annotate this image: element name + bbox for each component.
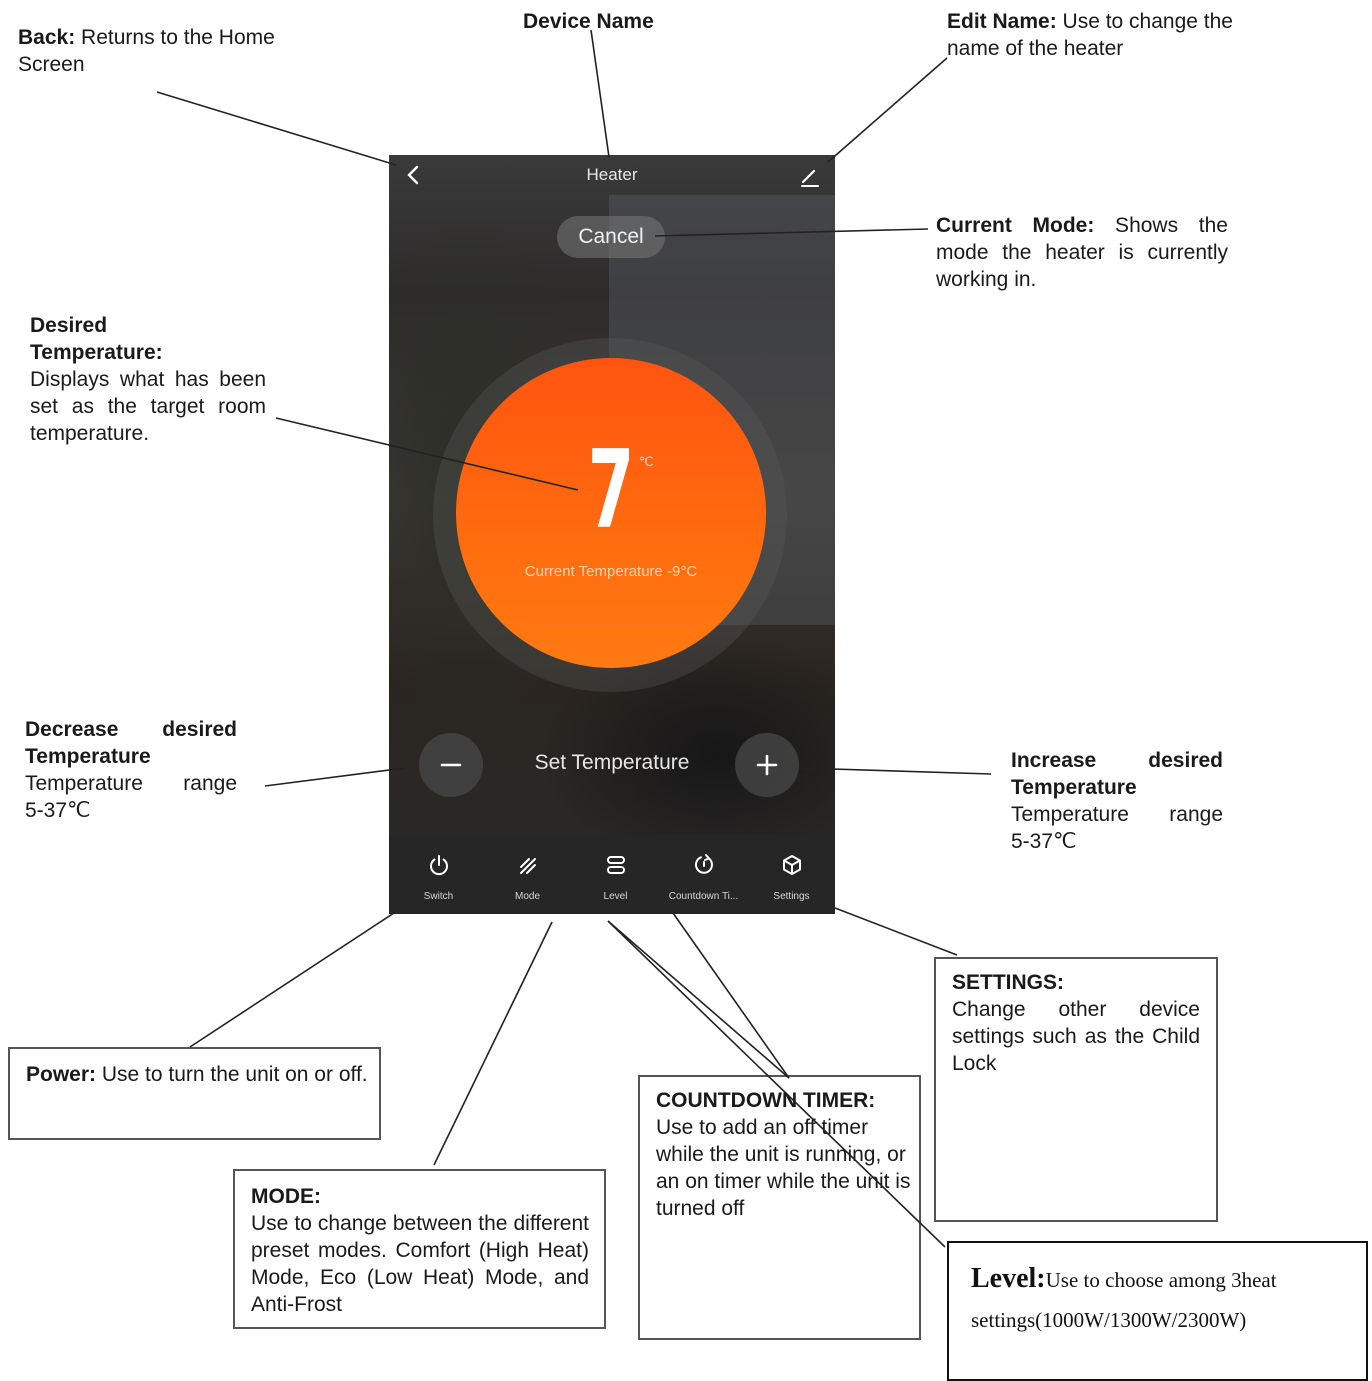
tab-mode[interactable]: Mode [483,835,572,914]
decrease-annotation: Decrease desired Temperature Temperature… [25,716,237,824]
countdown-annotation-text: Use to add an off timer while the unit i… [656,1116,911,1220]
tab-countdown-timer[interactable]: Countdown Ti... [659,835,748,914]
back-chevron-icon[interactable] [399,161,427,189]
leader-power [189,910,398,1048]
decrease-annotation-text: Temperature range [25,772,237,795]
edit-name-annotation: Edit Name: Use to change the name of the… [947,8,1247,62]
countdown-annotation-box: COUNTDOWN TIMER: Use to add an off timer… [638,1075,921,1340]
leader-device-name [590,29,610,158]
temperature-unit: ℃ [639,454,654,469]
increase-annotation-range: 5-37℃ [1011,830,1077,853]
tab-switch[interactable]: Switch [394,835,483,914]
settings-annotation-box: SETTINGS: Change other device settings s… [934,957,1218,1222]
desired-temperature-annotation-title: Desired Temperature: [30,314,163,364]
tab-mode-label: Mode [514,891,540,902]
leader-mode [433,921,553,1166]
edit-pencil-icon[interactable] [795,161,823,189]
tab-switch-label: Switch [423,891,454,902]
temperature-dial: 7 ℃ Current Temperature -9°C [456,358,766,668]
level-annotation-title: Level: [971,1263,1046,1294]
current-mode-annotation: Current Mode: Shows the mode the heater … [936,212,1228,293]
mode-annotation-text: Use to change between the different pres… [251,1212,589,1316]
power-annotation-box: Power: Use to turn the unit on or off. [8,1047,381,1140]
desired-temperature-annotation-text: Displays what has been set as the target… [30,368,266,445]
plus-icon [756,754,778,776]
leader-countdown-b [607,920,790,1079]
leader-countdown-a [672,912,790,1079]
level-annotation: Level:Use to choose among 3heat settings… [971,1259,1351,1340]
back-annotation-title: Back: [18,26,76,49]
power-icon [430,855,448,876]
edit-name-annotation-title: Edit Name: [947,10,1057,33]
mode-annotation-box: MODE: Use to change between the differen… [233,1169,606,1329]
tab-settings[interactable]: Settings [747,835,835,914]
leader-settings [834,907,958,956]
tab-level-label: Level [603,891,628,902]
settings-annotation-title: SETTINGS: [952,971,1065,994]
tab-countdown-label: Countdown Ti... [668,891,739,902]
settings-annotation: SETTINGS: Change other device settings s… [952,969,1200,1077]
device-name-annotation: Device Name [523,8,654,35]
target-temperature-value: 7 [587,428,635,553]
device-name-annotation-title: Device Name [523,10,654,33]
countdown-annotation: COUNTDOWN TIMER: Use to add an off timer… [656,1087,911,1222]
tab-settings-label: Settings [773,891,810,902]
increase-temperature-button[interactable] [735,733,799,797]
decrease-annotation-range: 5-37℃ [25,799,91,822]
level-annotation-box: Level:Use to choose among 3heat settings… [947,1241,1368,1381]
device-title: Heater [586,165,638,184]
power-annotation-title: Power: [26,1063,97,1086]
power-annotation-text: Use to turn the unit on or off. [96,1063,368,1086]
power-annotation: Power: Use to turn the unit on or off. [26,1061,371,1088]
increase-annotation-text: Temperature range [1011,803,1223,826]
increase-annotation-title: Increase desired Temperature [1011,749,1223,799]
leader-back [156,91,397,166]
settings-annotation-text: Change other device settings such as the… [952,998,1200,1075]
countdown-annotation-title: COUNTDOWN TIMER: [656,1089,876,1112]
current-mode-annotation-title: Current Mode: [936,214,1095,237]
mode-annotation: MODE: Use to change between the differen… [251,1183,589,1318]
mode-slashes-icon [520,858,536,874]
desired-temperature-annotation: Desired Temperature: Displays what has b… [30,312,266,447]
bottom-tab-bar: Switch Mode Level Countdown Ti... Settin… [389,835,835,914]
current-temperature-text: Current Temperature -9°C [524,563,698,580]
settings-cube-icon [783,855,801,875]
countdown-icon [694,854,713,874]
heater-app-screen: Heater Cancel 7 ℃ Current Temperature -9… [389,155,835,914]
increase-annotation: Increase desired Temperature Temperature… [1011,747,1223,855]
tab-level[interactable]: Level [571,835,660,914]
mode-annotation-title: MODE: [251,1185,321,1208]
leader-decrease [264,767,406,787]
decrease-annotation-title: Decrease desired Temperature [25,718,237,768]
back-annotation: Back: Returns to the Home Screen [18,24,328,78]
level-icon [607,856,625,874]
leader-edit-name [827,57,948,163]
cancel-mode-button[interactable]: Cancel [557,216,665,258]
